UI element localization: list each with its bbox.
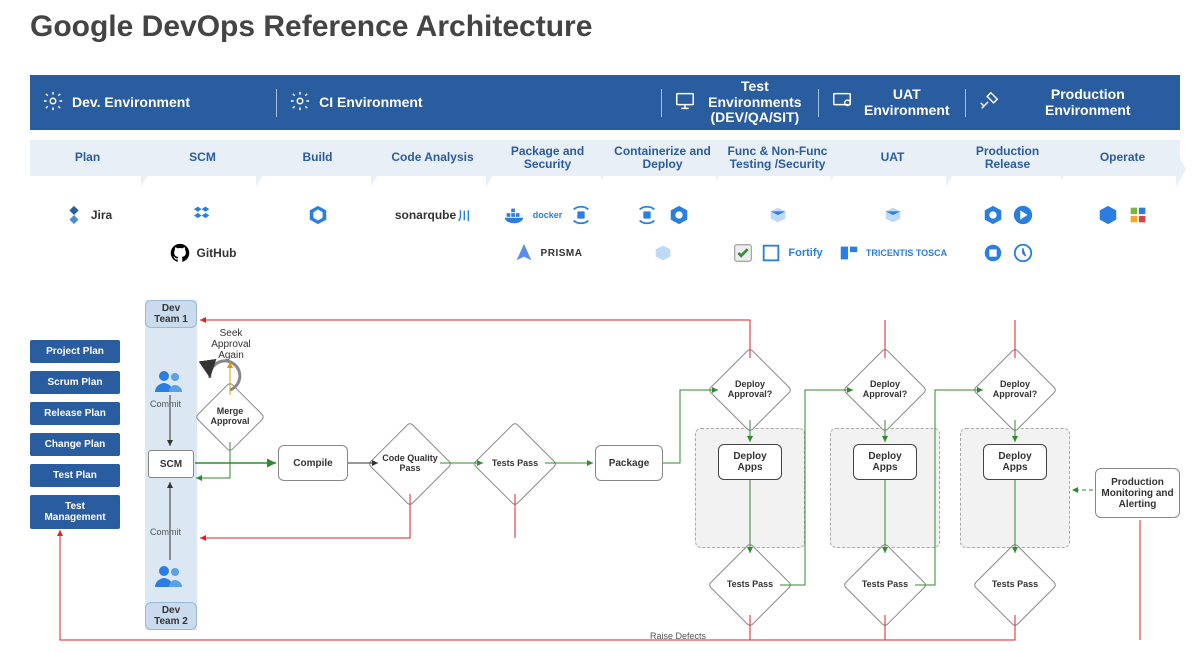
deploy-apps-test: Deploy Apps — [718, 444, 782, 480]
step-uat: UAT — [835, 151, 950, 164]
tool-label: sonarqube — [395, 208, 456, 222]
commit-label: Commit — [150, 528, 181, 538]
tool-row-2: GitHub PRISMA Fortify TRICENTIS TOSCA — [30, 238, 1180, 268]
deploy-approval-test: Deploy Approval? — [720, 360, 780, 420]
step-code-analysis: Code Analysis — [375, 151, 490, 164]
package-box: Package — [595, 445, 663, 481]
plan-btn-release: Release Plan — [30, 402, 120, 425]
env-label: UAT Environment — [861, 87, 953, 118]
scm-box: SCM — [148, 450, 194, 478]
raise-defects-label: Raise Defects — [650, 632, 706, 642]
env-label: CI Environment — [319, 95, 422, 110]
tests-pass-decision: Tests Pass — [485, 434, 545, 494]
cloud-run-icon — [1012, 204, 1034, 226]
registry-icon — [570, 204, 592, 226]
kubernetes-icon — [982, 204, 1004, 226]
tool-label: PRISMA — [541, 248, 583, 259]
cloud-build-icon — [307, 204, 329, 226]
deploy-apps-uat: Deploy Apps — [853, 444, 917, 480]
registry-icon — [636, 204, 658, 226]
tool-row-1: Jira sonarqube川 docker — [30, 200, 1180, 230]
step-build: Build — [260, 151, 375, 164]
env-label: Production Environment — [1008, 87, 1168, 118]
step-production-release: Production Release — [950, 145, 1065, 171]
plan-btn-project: Project Plan — [30, 340, 120, 363]
tool-label: GitHub — [197, 246, 237, 260]
tosca-icon — [838, 242, 860, 264]
monitor-icon — [674, 90, 696, 115]
scheduler-icon — [1012, 242, 1034, 264]
cloud-tool-icon — [767, 204, 789, 226]
ops-icon — [1127, 204, 1149, 226]
deploy-approval-prod: Deploy Approval? — [985, 360, 1045, 420]
env-label: Test Environments (DEV/QA/SIT) — [704, 79, 806, 125]
gear-icon — [289, 90, 311, 115]
docker-icon — [503, 204, 525, 226]
selenium-icon — [732, 242, 754, 264]
compute-icon — [982, 242, 1004, 264]
lock-monitor-icon — [831, 90, 853, 115]
cloud-tool-icon — [882, 204, 904, 226]
tests-pass-test: Tests Pass — [720, 555, 780, 615]
prod-monitor-box: Production Monitoring and Alerting — [1095, 468, 1180, 518]
tool-label: TRICENTIS TOSCA — [866, 248, 947, 258]
tool-label: Fortify — [788, 247, 822, 259]
dev-team-2: Dev Team 2 — [145, 602, 197, 630]
page-title: Google DevOps Reference Architecture — [30, 10, 592, 44]
merge-approval-decision: Merge Approval — [205, 392, 255, 442]
step-package-security: Package and Security — [490, 145, 605, 171]
dev-team-1: Dev Team 1 — [145, 300, 197, 328]
cloud-tool-icon — [652, 242, 674, 264]
kubernetes-icon — [668, 204, 690, 226]
jira-icon — [63, 204, 85, 226]
deploy-approval-uat: Deploy Approval? — [855, 360, 915, 420]
step-scm: SCM — [145, 151, 260, 164]
env-label: Dev. Environment — [72, 95, 190, 110]
code-quality-decision: Code Quality Pass — [380, 434, 440, 494]
gear-icon — [42, 90, 64, 115]
environment-bar: Dev. Environment CI Environment Test Env… — [30, 75, 1180, 130]
deploy-apps-prod: Deploy Apps — [983, 444, 1047, 480]
plan-btn-test: Test Plan — [30, 464, 120, 487]
plan-btn-scrum: Scrum Plan — [30, 371, 120, 394]
prisma-icon — [513, 242, 535, 264]
step-containerize-deploy: Containerize and Deploy — [605, 145, 720, 171]
step-operate: Operate — [1065, 151, 1180, 164]
tool-label: docker — [533, 210, 563, 220]
step-plan: Plan — [30, 151, 145, 164]
tests-pass-uat: Tests Pass — [855, 555, 915, 615]
pipeline-steps: Plan SCM Build Code Analysis Package and… — [30, 140, 1180, 176]
sonar-wave-icon: 川 — [458, 207, 470, 224]
tool-label: Jira — [91, 208, 112, 222]
cloud-hex-icon — [1097, 204, 1119, 226]
tests-pass-prod: Tests Pass — [985, 555, 1045, 615]
plan-btn-change: Change Plan — [30, 433, 120, 456]
seek-approval-box: Seek Approval Again — [200, 330, 262, 358]
step-func-testing: Func & Non-Func Testing /Security — [720, 145, 835, 171]
fortify-icon — [760, 242, 782, 264]
plan-sidebar: Project Plan Scrum Plan Release Plan Cha… — [30, 340, 120, 537]
commit-label: Commit — [150, 400, 181, 410]
tools-icon — [978, 90, 1000, 115]
dropbox-icon — [192, 204, 214, 226]
plan-btn-testmgmt: Test Management — [30, 495, 120, 529]
compile-box: Compile — [278, 445, 348, 481]
github-icon — [169, 242, 191, 264]
